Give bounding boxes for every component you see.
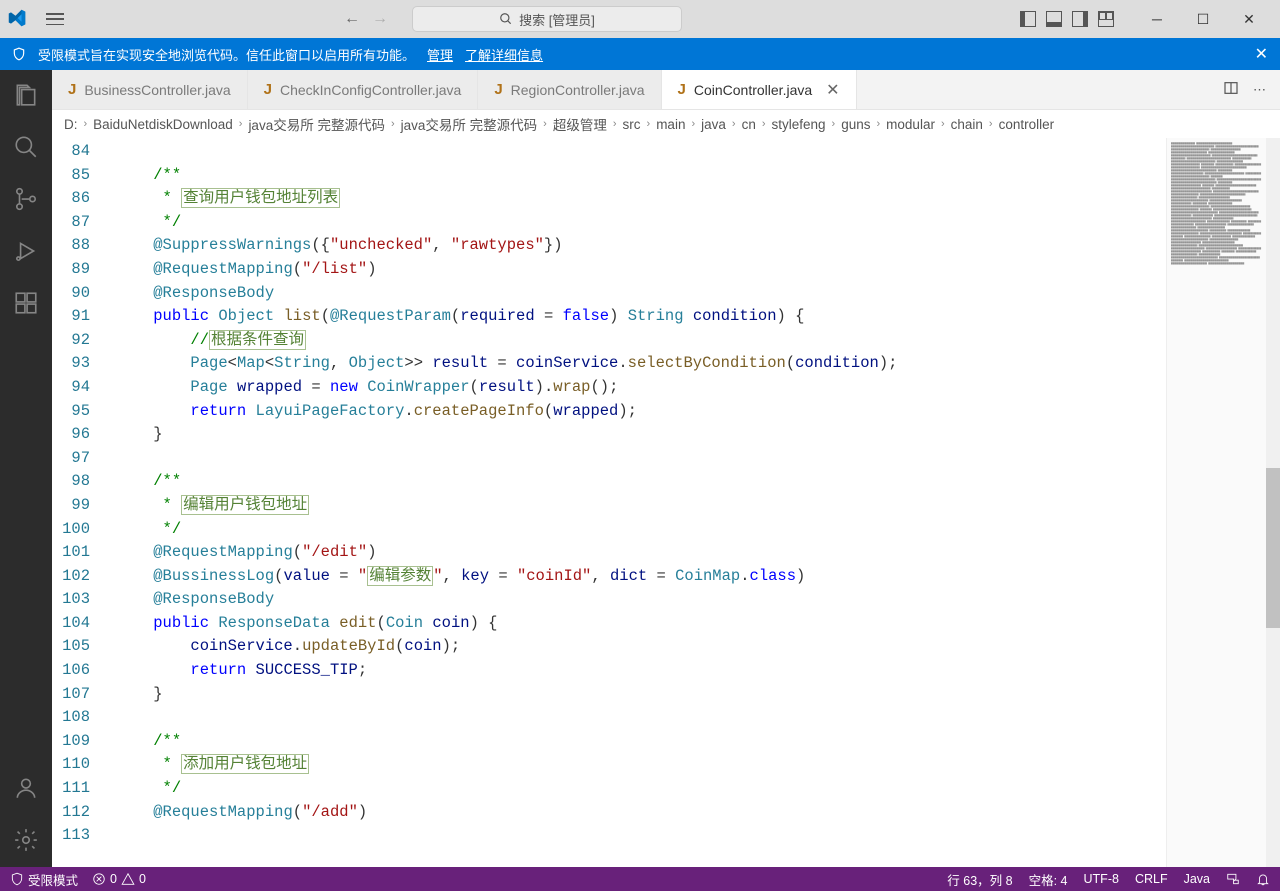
split-editor-icon[interactable] <box>1223 80 1239 99</box>
layout-right-icon[interactable] <box>1072 11 1088 27</box>
banner-close-icon[interactable]: ✕ <box>1255 44 1268 64</box>
java-file-icon: J <box>68 81 76 98</box>
restricted-banner: 受限模式旨在实现安全地浏览代码。信任此窗口以启用所有功能。 管理 了解详细信息 … <box>0 38 1280 70</box>
nav-back-icon[interactable]: ← <box>344 10 360 28</box>
account-icon[interactable] <box>11 773 41 803</box>
close-button[interactable]: ✕ <box>1226 1 1272 37</box>
search-placeholder: 搜索 [管理员] <box>519 10 595 29</box>
tab-label: CoinController.java <box>694 82 812 98</box>
statusbar: 受限模式 0 0 行 63，列 8 空格: 4 UTF-8 CRLF Java <box>0 867 1280 891</box>
maximize-button[interactable]: ☐ <box>1180 1 1226 37</box>
layout-controls <box>1020 11 1114 27</box>
tab-business[interactable]: J BusinessController.java <box>52 70 248 109</box>
tab-label: RegionController.java <box>511 82 645 98</box>
tab-label: BusinessController.java <box>84 82 230 98</box>
layout-grid-icon[interactable] <box>1098 11 1114 27</box>
status-spaces[interactable]: 空格: 4 <box>1029 870 1068 889</box>
menu-icon[interactable] <box>46 13 64 25</box>
editor[interactable]: 84 85 86 87 88 89 90 91 92 93 94 95 96 9… <box>52 138 1280 867</box>
scrollbar-thumb[interactable] <box>1266 468 1280 628</box>
tab-close-icon[interactable]: ✕ <box>826 80 839 100</box>
java-file-icon: J <box>264 81 272 98</box>
banner-learn-more-link[interactable]: 了解详细信息 <box>465 45 543 64</box>
vscode-logo-icon <box>8 9 26 30</box>
tab-label: CheckInConfigController.java <box>280 82 461 98</box>
code-content[interactable]: /** * 查询用户钱包地址列表 */ @SuppressWarnings({"… <box>112 138 1166 867</box>
breadcrumbs[interactable]: D:›BaiduNetdiskDownload›java交易所 完整源代码›ja… <box>52 110 1280 138</box>
minimize-button[interactable]: ─ <box>1134 1 1180 37</box>
banner-manage-link[interactable]: 管理 <box>427 45 453 64</box>
more-actions-icon[interactable]: ⋯ <box>1253 82 1266 98</box>
layout-left-icon[interactable] <box>1020 11 1036 27</box>
run-debug-icon[interactable] <box>11 236 41 266</box>
minimap[interactable]: ████████████████████ ███████████████████… <box>1166 138 1266 867</box>
banner-text: 受限模式旨在实现安全地浏览代码。信任此窗口以启用所有功能。 <box>38 45 415 64</box>
layout-bottom-icon[interactable] <box>1046 11 1062 27</box>
java-file-icon: J <box>678 81 686 98</box>
activity-bar <box>0 70 52 867</box>
status-line-col[interactable]: 行 63，列 8 <box>947 870 1012 889</box>
vertical-scrollbar[interactable] <box>1266 138 1280 867</box>
status-encoding[interactable]: UTF-8 <box>1084 872 1119 886</box>
explorer-icon[interactable] <box>11 80 41 110</box>
status-bell-icon[interactable] <box>1256 872 1270 886</box>
tab-region[interactable]: J RegionController.java <box>478 70 661 109</box>
source-control-icon[interactable] <box>11 184 41 214</box>
search-input[interactable]: 搜索 [管理员] <box>412 6 682 32</box>
status-lang[interactable]: Java <box>1184 872 1210 886</box>
line-gutter: 84 85 86 87 88 89 90 91 92 93 94 95 96 9… <box>52 138 112 867</box>
status-restricted[interactable]: 受限模式 <box>10 870 78 889</box>
java-file-icon: J <box>494 81 502 98</box>
settings-gear-icon[interactable] <box>11 825 41 855</box>
search-icon <box>499 12 513 26</box>
titlebar: ← → 搜索 [管理员] ─ ☐ ✕ <box>0 0 1280 38</box>
nav-forward-icon[interactable]: → <box>372 10 388 28</box>
extensions-icon[interactable] <box>11 288 41 318</box>
tab-checkin[interactable]: J CheckInConfigController.java <box>248 70 479 109</box>
shield-icon <box>12 47 26 61</box>
search-icon[interactable] <box>11 132 41 162</box>
editor-tabs: J BusinessController.java J CheckInConfigC… <box>52 70 1280 110</box>
status-problems[interactable]: 0 0 <box>92 872 146 886</box>
tab-coin[interactable]: J CoinController.java ✕ <box>662 70 857 109</box>
status-feedback-icon[interactable] <box>1226 872 1240 886</box>
status-eol[interactable]: CRLF <box>1135 872 1168 886</box>
